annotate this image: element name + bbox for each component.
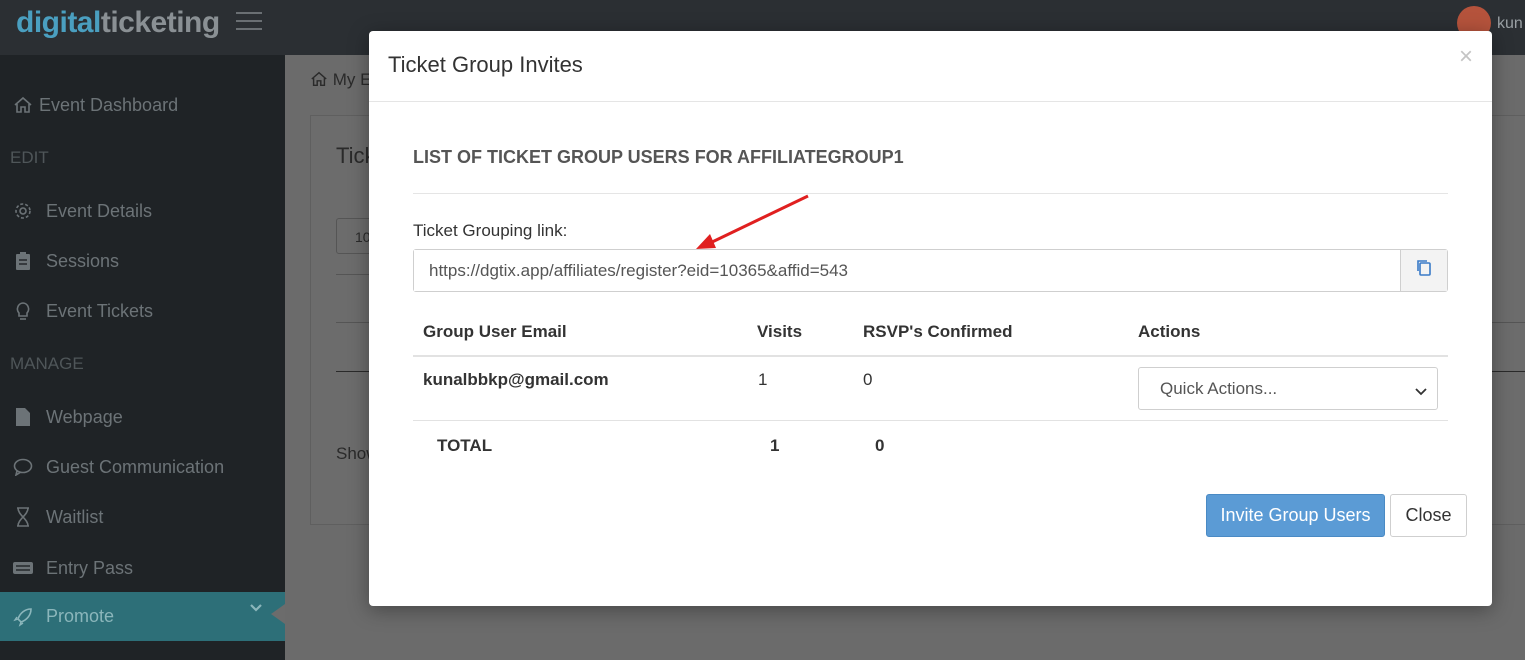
- breadcrumb[interactable]: My E: [310, 70, 371, 90]
- column-header-rsvps: RSVP's Confirmed: [863, 322, 1013, 341]
- lightbulb-icon: [12, 300, 34, 322]
- ticket-group-invites-modal: Ticket Group Invites × LIST OF TICKET GR…: [369, 31, 1492, 606]
- table-header-divider: [413, 355, 1448, 357]
- sidebar-item-event-tickets[interactable]: Event Tickets: [0, 289, 285, 333]
- divider: [413, 193, 1448, 194]
- chevron-down-icon: [249, 600, 263, 618]
- copy-link-button[interactable]: [1400, 250, 1447, 291]
- ticket-grouping-link-group: [413, 249, 1448, 292]
- invite-group-users-button[interactable]: Invite Group Users: [1206, 494, 1385, 537]
- column-header-actions: Actions: [1138, 322, 1201, 341]
- app-logo[interactable]: digitalticketing: [16, 6, 220, 40]
- rocket-icon: [12, 606, 34, 628]
- modal-header: Ticket Group Invites ×: [369, 31, 1492, 102]
- visits-cell: 1: [758, 370, 768, 389]
- sidebar-item-guest-communication[interactable]: Guest Communication: [0, 445, 285, 489]
- sidebar-item-entry-pass[interactable]: Entry Pass: [0, 546, 285, 590]
- annotation-arrow-icon: [696, 194, 809, 249]
- close-button[interactable]: Close: [1390, 494, 1467, 537]
- copy-icon: [1416, 259, 1432, 282]
- column-header-email: Group User Email: [423, 322, 567, 341]
- modal-title: Ticket Group Invites: [388, 52, 583, 77]
- file-icon: [12, 406, 34, 428]
- divider: [1492, 371, 1525, 372]
- sidebar-item-label: Guest Communication: [46, 456, 225, 477]
- sidebar-item-promote[interactable]: Promote: [0, 592, 285, 641]
- chevron-down-icon: [1415, 382, 1427, 402]
- group-users-heading: LIST OF TICKET GROUP USERS FOR AFFILIATE…: [413, 147, 904, 167]
- close-icon[interactable]: ×: [1459, 43, 1473, 71]
- sidebar-item-label: Webpage: [46, 406, 123, 427]
- logo-part-ticketing: ticketing: [100, 6, 220, 39]
- total-rsvps: 0: [875, 436, 885, 455]
- username-label[interactable]: kun: [1497, 15, 1523, 33]
- sidebar-item-label: Promote: [46, 606, 115, 626]
- ticket-icon: [12, 557, 34, 579]
- divider: [1492, 322, 1525, 323]
- sidebar-item-webpage[interactable]: Webpage: [0, 395, 285, 439]
- home-icon: [12, 94, 34, 116]
- sidebar-item-label: Event Tickets: [46, 300, 154, 321]
- chat-icon: [12, 456, 34, 478]
- sidebar-item-label: Sessions: [46, 250, 120, 271]
- user-email-cell: kunalbbkp@gmail.com: [423, 370, 609, 389]
- total-label: TOTAL: [437, 436, 493, 455]
- sidebar-item-event-details[interactable]: Event Details: [0, 189, 285, 233]
- sidebar-item-label: Waitlist: [46, 506, 104, 527]
- ticket-grouping-link-input[interactable]: [414, 250, 1400, 291]
- logo-part-digital: digital: [16, 6, 101, 39]
- sidebar-item-sessions[interactable]: Sessions: [0, 239, 285, 283]
- sidebar-item-waitlist[interactable]: Waitlist: [0, 495, 285, 539]
- sidebar-section-manage: MANAGE: [10, 354, 84, 373]
- table-row-divider: [413, 420, 1448, 421]
- breadcrumb-label: My E: [332, 70, 372, 89]
- gear-icon: [12, 200, 34, 222]
- rsvps-cell: 0: [863, 370, 873, 389]
- total-visits: 1: [770, 436, 780, 455]
- quick-actions-select[interactable]: Quick Actions...: [1138, 367, 1438, 410]
- sidebar-item-label: Entry Pass: [46, 557, 134, 578]
- clipboard-icon: [12, 250, 34, 272]
- sidebar-section-edit: EDIT: [10, 148, 49, 167]
- quick-actions-value: Quick Actions...: [1160, 378, 1278, 398]
- active-indicator: [271, 604, 285, 624]
- column-header-visits: Visits: [757, 322, 803, 341]
- ticket-grouping-link-label: Ticket Grouping link:: [413, 221, 568, 240]
- sidebar-item-label: Event Details: [46, 200, 153, 221]
- hourglass-icon: [12, 506, 34, 528]
- sidebar-item-event-dashboard[interactable]: Event Dashboard: [0, 83, 285, 127]
- menu-toggle-icon[interactable]: [236, 12, 262, 30]
- home-icon: [311, 71, 327, 87]
- sidebar-item-label: Event Dashboard: [39, 94, 179, 115]
